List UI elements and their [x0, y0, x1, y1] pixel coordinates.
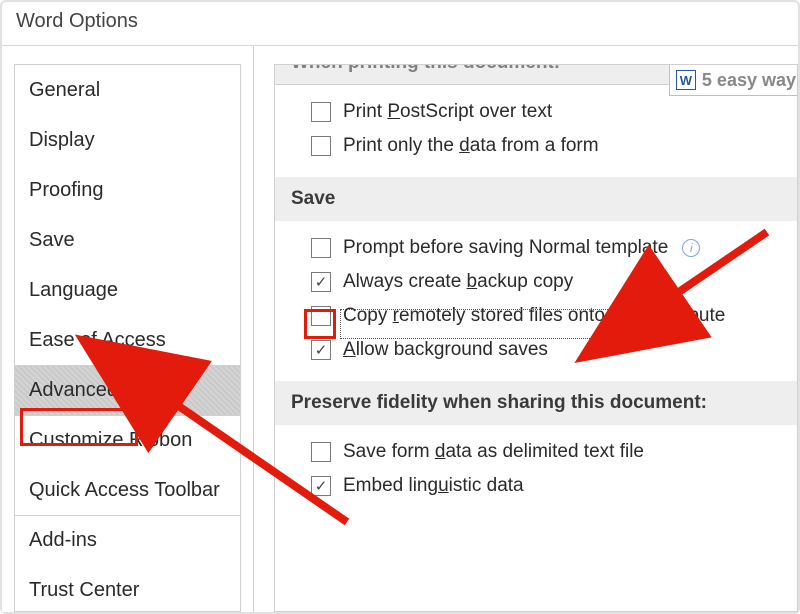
opt-copy-remote-files[interactable]: Copy remotely stored files onto your com… [275, 299, 797, 333]
info-icon[interactable]: i [682, 239, 700, 257]
opt-label: Allow background saves [343, 339, 548, 361]
opt-label: Print PostScript over text [343, 101, 552, 123]
doc-selector-text: 5 easy way [702, 70, 796, 91]
content-area: General Display Proofing Save Language E… [2, 46, 798, 612]
opt-always-backup-copy[interactable]: Always create backup copy [275, 265, 797, 299]
checkbox-icon[interactable] [311, 306, 331, 326]
checkbox-icon[interactable] [311, 476, 331, 496]
opt-allow-background-saves[interactable]: Allow background saves [275, 333, 797, 367]
section-printing-header: When printing this document: W 5 easy wa… [275, 64, 797, 85]
nav-ease-of-access[interactable]: Ease of Access [15, 315, 240, 365]
nav-proofing[interactable]: Proofing [15, 165, 240, 215]
nav-add-ins[interactable]: Add-ins [15, 515, 240, 565]
section-printing-label: When printing this document: [291, 64, 560, 74]
nav-display[interactable]: Display [15, 115, 240, 165]
nav-save[interactable]: Save [15, 215, 240, 265]
checkbox-icon[interactable] [311, 272, 331, 292]
word-doc-icon: W [676, 70, 696, 90]
nav-advanced[interactable]: Advanced [15, 365, 240, 415]
nav-quick-access-toolbar[interactable]: Quick Access Toolbar [15, 465, 240, 515]
section-preserve-header: Preserve fidelity when sharing this docu… [275, 381, 797, 425]
category-nav: General Display Proofing Save Language E… [2, 46, 254, 612]
printing-options: Print PostScript over text Print only th… [275, 85, 797, 177]
window-title: Word Options [2, 2, 798, 46]
checkbox-icon[interactable] [311, 340, 331, 360]
opt-label: Always create backup copy [343, 271, 573, 293]
settings-panel: When printing this document: W 5 easy wa… [254, 46, 798, 612]
checkbox-icon[interactable] [311, 102, 331, 122]
opt-label: Prompt before saving Normal template [343, 237, 668, 259]
nav-language[interactable]: Language [15, 265, 240, 315]
opt-print-data-only[interactable]: Print only the data from a form [275, 129, 797, 163]
opt-label: Save form data as delimited text file [343, 441, 644, 463]
nav-trust-center[interactable]: Trust Center [15, 565, 240, 614]
nav-general[interactable]: General [15, 65, 240, 115]
opt-prompt-normal-template[interactable]: Prompt before saving Normal template i [275, 231, 797, 265]
opt-save-form-data-delimited[interactable]: Save form data as delimited text file [275, 435, 797, 469]
opt-label: Embed linguistic data [343, 475, 524, 497]
preserve-options: Save form data as delimited text file Em… [275, 425, 797, 517]
save-options: Prompt before saving Normal template i A… [275, 221, 797, 381]
checkbox-icon[interactable] [311, 442, 331, 462]
opt-label: Copy remotely stored files onto your com… [343, 305, 725, 327]
doc-selector[interactable]: W 5 easy way [669, 64, 798, 96]
checkbox-icon[interactable] [311, 238, 331, 258]
checkbox-icon[interactable] [311, 136, 331, 156]
section-save-header: Save [275, 177, 797, 221]
opt-label: Print only the data from a form [343, 135, 599, 157]
opt-print-postscript[interactable]: Print PostScript over text [275, 95, 797, 129]
nav-customize-ribbon[interactable]: Customize Ribbon [15, 415, 240, 465]
opt-embed-linguistic-data[interactable]: Embed linguistic data [275, 469, 797, 503]
